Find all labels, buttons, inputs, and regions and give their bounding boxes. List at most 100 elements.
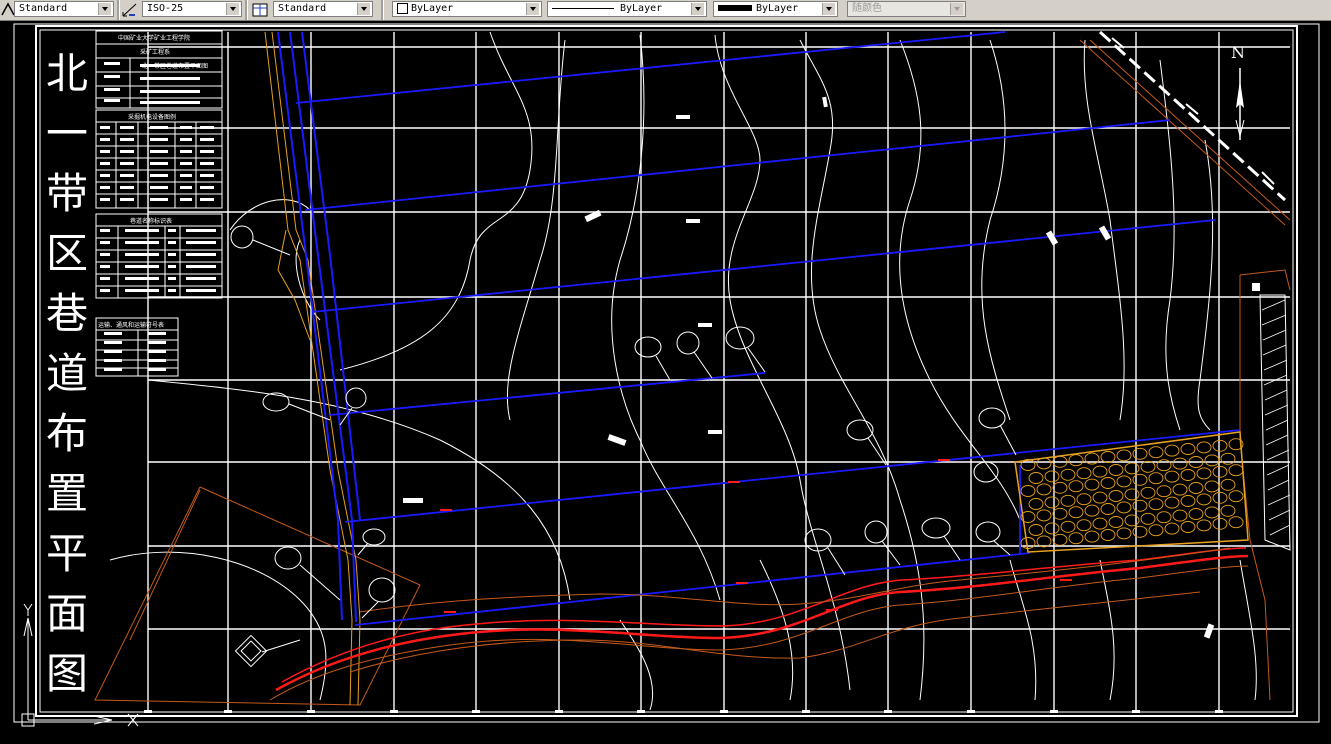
- table-cell-entry: [125, 277, 159, 280]
- goaf-cell: [1124, 514, 1140, 527]
- goaf-cell: [1076, 493, 1092, 506]
- goaf-cell: [1108, 464, 1124, 476]
- goaf-cell: [1188, 508, 1204, 520]
- table-cell-entry: [148, 341, 166, 344]
- table-cell-entry: [104, 350, 122, 353]
- table-cell-entry: [168, 229, 176, 232]
- linetype-select[interactable]: ByLayer: [547, 1, 707, 17]
- goaf-cell: [1148, 446, 1164, 459]
- goaf-cell: [1068, 480, 1084, 493]
- chevron-down-icon[interactable]: [226, 3, 239, 15]
- goaf-cell: [1140, 512, 1156, 525]
- goaf-cell: [1172, 457, 1188, 470]
- title-char: 面: [46, 589, 88, 638]
- grid-tick: [555, 710, 563, 713]
- grid-tick: [1132, 710, 1140, 713]
- boundary-line: [1239, 269, 1291, 291]
- color-swatch-icon: [397, 2, 408, 14]
- goaf-cell: [1076, 519, 1092, 532]
- title-char: 布: [46, 409, 88, 458]
- color-value: ByLayer: [397, 2, 453, 16]
- toolbar-separator: [245, 0, 248, 20]
- table-cell-entry: [168, 265, 176, 268]
- dimension-style-select[interactable]: ISO-25: [142, 1, 242, 17]
- goaf-cell: [1060, 494, 1076, 507]
- linetype-sample-icon: [552, 7, 614, 9]
- table-cell-entry: [120, 186, 134, 189]
- table-cell-entry: [100, 138, 110, 141]
- table-cell-entry: [104, 332, 122, 335]
- goaf-cell: [1228, 490, 1244, 503]
- table-cell-entry: [100, 198, 110, 201]
- lineweight-select[interactable]: ByLayer: [713, 1, 838, 17]
- plot-style-select[interactable]: 随颜色: [847, 1, 966, 17]
- goaf-cell: [1148, 472, 1164, 485]
- table-cell-entry: [125, 241, 159, 244]
- goaf-cell: [1116, 449, 1132, 462]
- table-cell-entry: [148, 350, 166, 353]
- table-cell-entry: [104, 62, 120, 65]
- contour-line: [229, 199, 311, 231]
- table-cell-entry: [140, 64, 200, 67]
- goaf-cell: [1092, 491, 1108, 504]
- goaf-cell: [1108, 490, 1124, 502]
- facility-symbols: [230, 225, 1017, 668]
- symbol-bubble: [230, 225, 291, 256]
- drawing-frame-outer: [35, 25, 1298, 717]
- goaf-cell: [1052, 533, 1068, 546]
- goaf-cell: [1044, 496, 1060, 509]
- goaf-cell: [1020, 459, 1036, 471]
- goaf-cell: [1084, 504, 1100, 517]
- table-cell-entry: [148, 368, 166, 371]
- contour-line: [981, 39, 1011, 421]
- linetype-value: ByLayer: [552, 2, 662, 16]
- linetype-label: ByLayer: [620, 3, 663, 14]
- table-cell-entry: [168, 241, 176, 244]
- table-cell-entry: [186, 265, 216, 268]
- table-cell-entry: [140, 77, 200, 80]
- table-cell-entry: [140, 90, 200, 93]
- symbol-bubble: [978, 407, 1017, 456]
- chevron-down-icon[interactable]: [950, 3, 963, 15]
- goaf-cell: [1212, 465, 1228, 478]
- goaf-cell: [1164, 522, 1180, 535]
- contour-line: [714, 34, 851, 691]
- school-name: 中国矿业大学矿业工程学院: [118, 34, 190, 42]
- text-style-select[interactable]: Standard: [14, 1, 114, 17]
- goaf-cell: [1228, 516, 1244, 529]
- goaf-cell: [1100, 451, 1116, 463]
- table-cell-entry: [120, 174, 134, 177]
- goaf-cell: [1148, 498, 1164, 511]
- roadway-legend-title: 巷道名称标识表: [130, 217, 172, 225]
- table-cell-entry: [104, 368, 122, 371]
- chevron-down-icon[interactable]: [357, 3, 370, 15]
- grid-tick: [472, 710, 480, 713]
- goaf-cell: [1156, 511, 1172, 524]
- symbol-bubble: [804, 528, 846, 576]
- grid-tick: [144, 710, 152, 713]
- goaf-cell: [1196, 441, 1212, 454]
- goaf-cell: [1212, 439, 1228, 452]
- table-cell-entry: [150, 162, 168, 165]
- table-cell-entry: [150, 198, 168, 201]
- chevron-down-icon[interactable]: [822, 3, 835, 15]
- chevron-down-icon[interactable]: [691, 3, 704, 15]
- table-style-select[interactable]: Standard: [273, 1, 373, 17]
- goaf-cell: [1116, 527, 1132, 540]
- goaf-cell: [1204, 454, 1220, 467]
- goaf-cell: [1188, 482, 1204, 494]
- goaf-cell: [1108, 516, 1124, 528]
- north-label: N: [1231, 43, 1245, 62]
- color-select[interactable]: ByLayer: [392, 1, 542, 17]
- chevron-down-icon[interactable]: [98, 3, 111, 15]
- dimension-style-icon[interactable]: [121, 1, 139, 19]
- dimension-style-value: ISO-25: [147, 3, 184, 14]
- drawing-canvas[interactable]: N 中国矿业大学矿业工程学院 采矿工程系 北一带区巷道布置平面图 采掘机电设备图…: [0, 21, 1331, 744]
- title-char: 北: [46, 49, 88, 98]
- chevron-down-icon[interactable]: [526, 3, 539, 15]
- toolbar-separator: [117, 0, 120, 20]
- table-cell-entry: [100, 174, 110, 177]
- grid-tick: [307, 710, 315, 713]
- table-cell-entry: [200, 198, 214, 201]
- table-style-icon[interactable]: [251, 1, 269, 19]
